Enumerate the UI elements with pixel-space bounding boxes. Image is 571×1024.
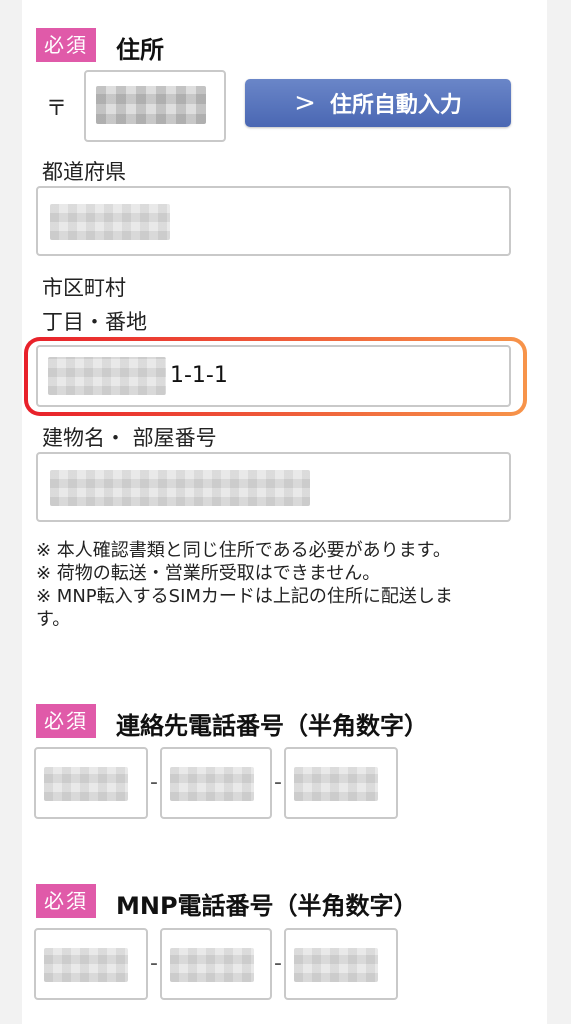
address-note-1: ※ 本人確認書類と同じ住所である必要があります。 (36, 540, 451, 561)
page-gutter-right (547, 0, 571, 1024)
address-note-2: ※ 荷物の転送・営業所受取はできません。 (36, 563, 381, 584)
required-badge: 必須 (36, 704, 96, 738)
city-street-input[interactable]: 1-1-1 (36, 345, 511, 407)
phone-separator: - (274, 770, 282, 795)
redacted-value (170, 948, 254, 982)
redacted-value (44, 767, 128, 801)
mnp-phone-part-2[interactable] (160, 928, 272, 1000)
street-label: 丁目・番地 (42, 310, 147, 334)
contact-phone-part-1[interactable] (34, 747, 148, 819)
building-input[interactable] (36, 452, 511, 522)
phone-separator: - (150, 951, 158, 976)
building-label: 建物名・ 部屋番号 (42, 426, 217, 450)
required-badge: 必須 (36, 28, 96, 62)
phone-separator: - (274, 951, 282, 976)
contact-phone-part-3[interactable] (284, 747, 398, 819)
address-heading: 住所 (116, 36, 164, 64)
contact-phone-part-2[interactable] (160, 747, 272, 819)
address-note-3: ※ MNP転入するSIMカードは上記の住所に配送しま (36, 586, 453, 607)
redacted-value (294, 948, 378, 982)
redacted-value (170, 767, 254, 801)
postal-mark: 〒 (46, 96, 67, 120)
redacted-value (96, 86, 206, 124)
mnp-phone-part-3[interactable] (284, 928, 398, 1000)
city-label: 市区町村 (42, 276, 126, 300)
mnp-phone-part-1[interactable] (34, 928, 148, 1000)
chevron-right-icon: > (294, 88, 316, 118)
required-badge: 必須 (36, 884, 96, 918)
phone-separator: - (150, 770, 158, 795)
prefecture-label: 都道府県 (42, 160, 126, 184)
address-note-4: す。 (36, 609, 71, 630)
redacted-value (294, 767, 378, 801)
redacted-value (50, 470, 310, 506)
auto-address-button[interactable]: > 住所自動入力 (245, 79, 511, 127)
redacted-value (44, 948, 128, 982)
redacted-value (48, 357, 166, 395)
mnp-phone-heading: MNP電話番号（半角数字） (116, 892, 418, 920)
redacted-value (50, 204, 170, 240)
street-value: 1-1-1 (170, 363, 228, 388)
page-gutter-left (0, 0, 22, 1024)
prefecture-input[interactable] (36, 186, 511, 256)
postal-code-input[interactable] (84, 70, 226, 142)
auto-address-button-label: 住所自動入力 (329, 93, 462, 118)
contact-phone-heading: 連絡先電話番号（半角数字） (116, 712, 428, 740)
